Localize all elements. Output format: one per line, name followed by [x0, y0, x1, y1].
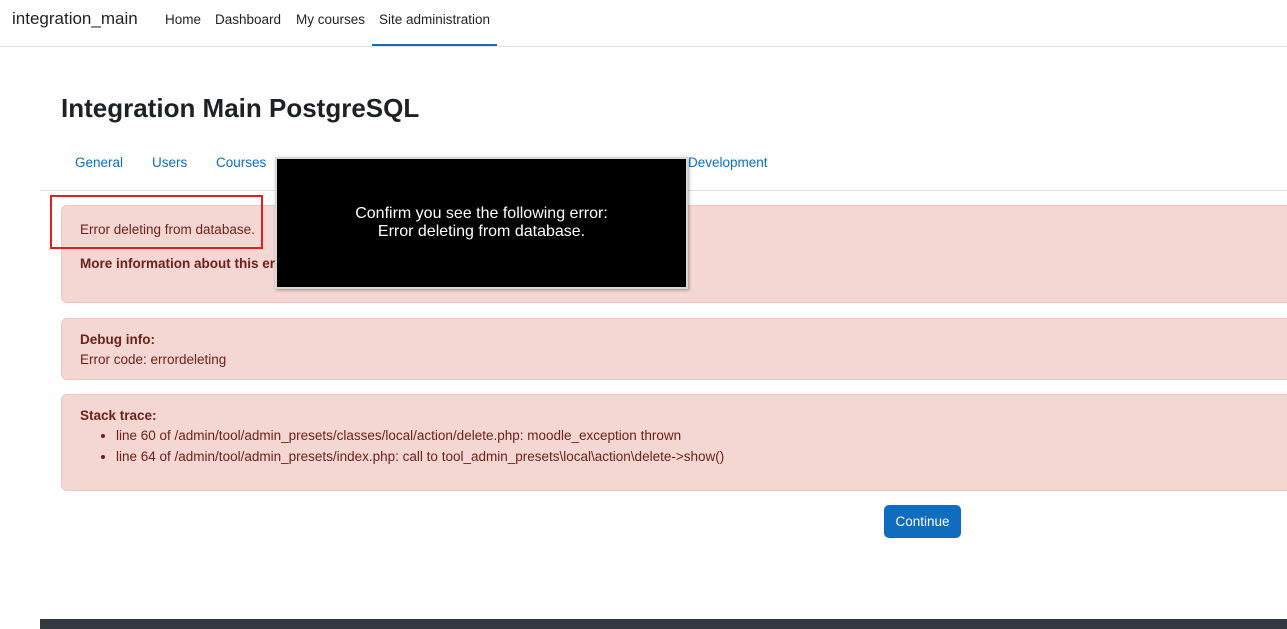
- tab-users[interactable]: Users: [152, 155, 187, 170]
- page-footer: [40, 619, 1287, 629]
- nav-site-administration[interactable]: Site administration: [371, 12, 498, 46]
- error-highlight-box: [50, 195, 263, 249]
- nav-home[interactable]: Home: [165, 12, 201, 27]
- stack-trace-line: line 60 of /admin/tool/admin_presets/cla…: [116, 425, 724, 446]
- top-navbar: integration_main Home Dashboard My cours…: [0, 0, 1287, 47]
- stack-trace-heading: Stack trace:: [80, 408, 157, 423]
- error-code: Error code: errordeleting: [80, 352, 227, 367]
- confirm-overlay: Confirm you see the following error: Err…: [275, 157, 688, 289]
- stack-trace-list: line 60 of /admin/tool/admin_presets/cla…: [98, 425, 724, 467]
- overlay-line-2: Error deleting from database.: [377, 223, 586, 240]
- debug-heading: Debug info:: [80, 332, 155, 347]
- overlay-line-1: Confirm you see the following error:: [355, 205, 608, 222]
- tab-general[interactable]: General: [75, 155, 123, 170]
- stack-trace-line: line 64 of /admin/tool/admin_presets/ind…: [116, 446, 724, 467]
- stack-trace-alert: Stack trace: line 60 of /admin/tool/admi…: [61, 394, 1287, 491]
- tab-courses[interactable]: Courses: [216, 155, 266, 170]
- nav-my-courses[interactable]: My courses: [296, 12, 365, 27]
- debug-alert: Debug info: Error code: errordeleting: [61, 318, 1287, 380]
- page-title: Integration Main PostgreSQL: [61, 93, 420, 123]
- nav-dashboard[interactable]: Dashboard: [215, 12, 281, 27]
- overlay-text: Confirm you see the following error: Err…: [277, 205, 686, 241]
- continue-button[interactable]: Continue: [884, 505, 961, 538]
- site-brand[interactable]: integration_main: [12, 9, 138, 29]
- more-info-link[interactable]: More information about this er: [80, 256, 275, 271]
- tab-development[interactable]: Development: [688, 155, 768, 170]
